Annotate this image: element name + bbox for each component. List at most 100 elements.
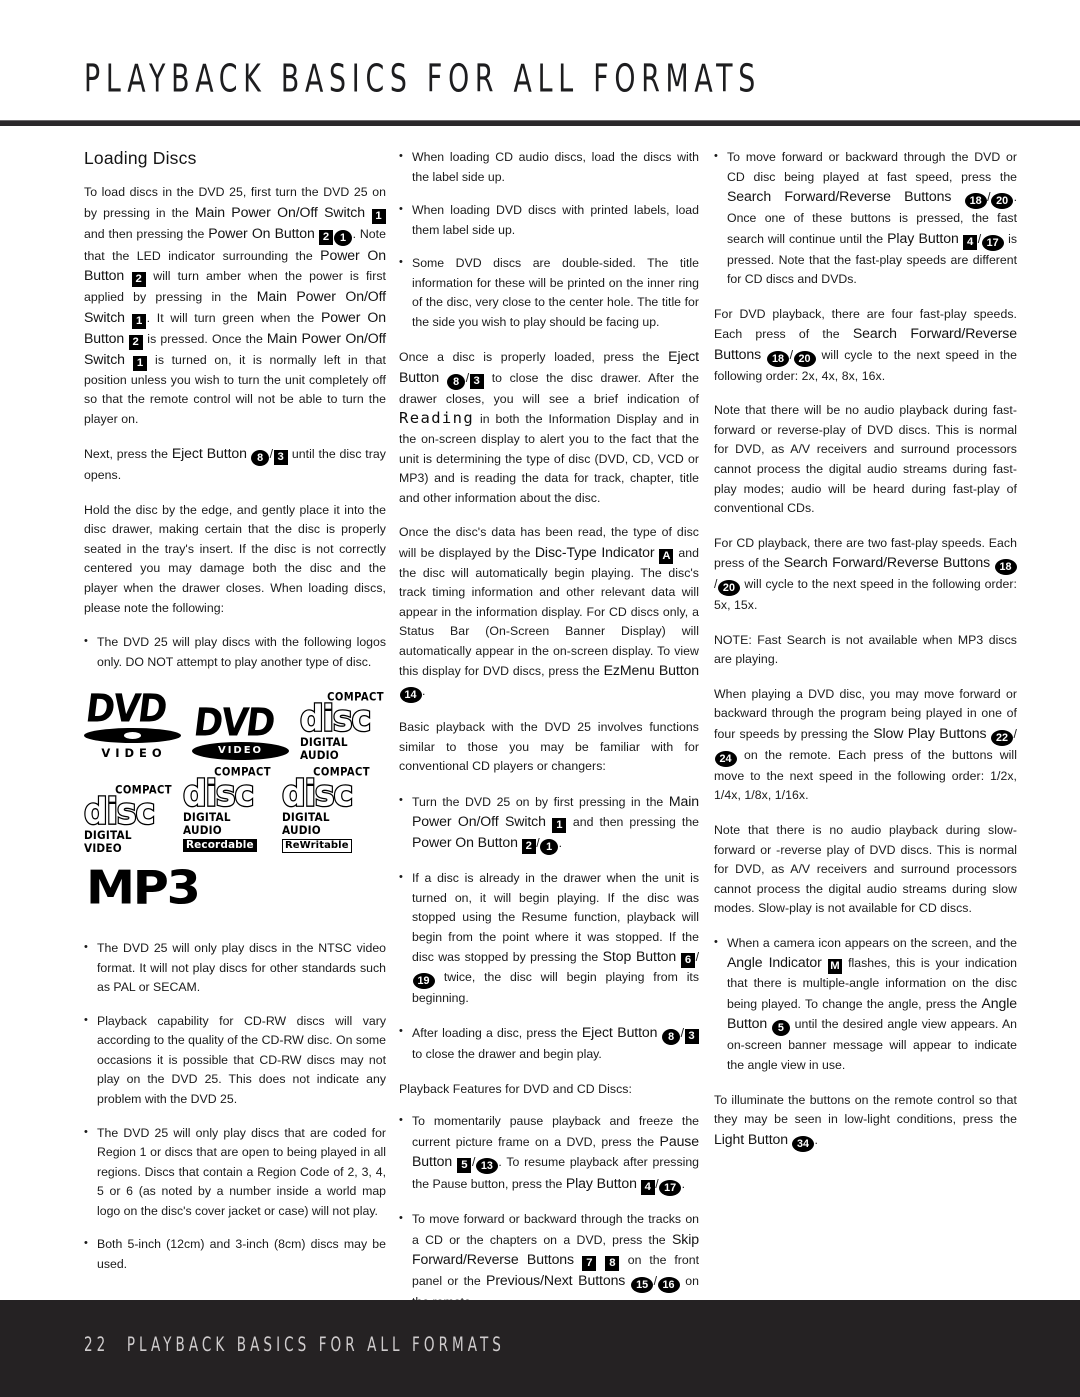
paragraph-note-mp3: NOTE: Fast Search is not available when … bbox=[714, 632, 1017, 667]
badge-separator: / bbox=[465, 370, 470, 385]
list-angle-feature: When a camera icon appears on the screen… bbox=[714, 933, 1017, 1076]
control-name-ezmenu-button: EzMenu Button bbox=[603, 662, 700, 679]
paragraph-reading: Once a disc is properly loaded, press th… bbox=[399, 347, 699, 508]
list-item: When loading CD audio discs, load the di… bbox=[399, 147, 699, 187]
badge-circle-20: 20 bbox=[793, 350, 816, 367]
badge-m: M bbox=[827, 959, 842, 975]
control-name-power-on-button: Power On Button bbox=[412, 834, 518, 851]
text-run: and then pressing the bbox=[84, 226, 209, 241]
text-run: To momentarily pause playback and freeze… bbox=[412, 1114, 699, 1149]
text-run: Next, press the bbox=[84, 447, 172, 462]
supported-disc-logos: DVD VIDEO DVD VIDEO COMPACT disc DIGITAL… bbox=[83, 687, 384, 913]
column-3: To move forward or backward through the … bbox=[714, 147, 1017, 1167]
list-basic-playback: Turn the DVD 25 on by first pressing in … bbox=[399, 791, 699, 1065]
paragraph-no-audio-fast: Note that there will be no audio playbac… bbox=[714, 403, 1017, 516]
list-item: To momentarily pause playback and freeze… bbox=[399, 1111, 699, 1197]
list-item: Some DVD discs are double-sided. The tit… bbox=[399, 253, 699, 332]
paragraph-hold-disc: Hold the disc by the edge, and gently pl… bbox=[84, 502, 386, 615]
disc-caption: DIGITAL AUDIO bbox=[282, 811, 330, 838]
control-name-eject-button: Eject Button bbox=[581, 1023, 658, 1040]
control-name-main-power-switch: Main Power On/Off Switch bbox=[194, 203, 365, 220]
badge-circle-8: 8 bbox=[447, 373, 466, 390]
text-run: on the remote. Each press of the buttons… bbox=[714, 747, 1017, 803]
badge-1: 1 bbox=[371, 208, 386, 224]
list-item: After loading a disc, press the Eject Bu… bbox=[399, 1022, 699, 1065]
recordable-tag: Recordable bbox=[183, 839, 257, 853]
list-item: If a disc is already in the drawer when … bbox=[399, 868, 699, 1009]
compact-disc-rewritable-logo: COMPACT disc DIGITAL AUDIO ReWritable bbox=[281, 767, 370, 854]
list-item: The DVD 25 will only play discs that are… bbox=[84, 1123, 386, 1222]
badge-2: 2 bbox=[521, 839, 536, 855]
control-name-angle-indicator: Angle Indicator bbox=[727, 954, 822, 971]
text-run: and the disc will automatically begin pl… bbox=[399, 545, 700, 679]
logo-row-2: COMPACT disc DIGITAL VIDEO COMPACT disc … bbox=[83, 767, 384, 856]
paragraph-slow-play: When playing a DVD disc, you may move fo… bbox=[714, 685, 1017, 806]
page-footer: 22 PLAYBACK BASICS FOR ALL FORMATS bbox=[0, 1300, 1080, 1397]
text-run: . bbox=[814, 1132, 818, 1147]
logo-row-1: DVD VIDEO DVD VIDEO COMPACT disc DIGITAL… bbox=[83, 687, 384, 763]
badge-separator: / bbox=[653, 1274, 657, 1289]
display-message-reading: Reading bbox=[399, 409, 475, 428]
badge-7: 7 bbox=[582, 1256, 597, 1272]
paragraph-playback-features-heading: Playback Features for DVD and CD Discs: bbox=[399, 1081, 632, 1096]
dvd-video-caption: VIDEO bbox=[101, 746, 167, 761]
column-1: Loading Discs To load discs in the DVD 2… bbox=[83, 148, 386, 1289]
footer-text: 22 PLAYBACK BASICS FOR ALL FORMATS bbox=[84, 1333, 505, 1356]
text-run: To move forward or backward through the … bbox=[727, 150, 1017, 184]
list-item: Playback capability for CD-RW discs will… bbox=[84, 1011, 386, 1110]
text-run: to close the disc drawer. After the draw… bbox=[399, 370, 699, 406]
paragraph-eject: Next, press the Eject Button 8/3 until t… bbox=[84, 444, 386, 486]
disc-caption: DIGITAL VIDEO bbox=[84, 829, 132, 856]
badge-circle-15: 15 bbox=[631, 1277, 654, 1294]
badge-separator: / bbox=[680, 1025, 685, 1040]
control-name-stop-button: Stop Button bbox=[602, 948, 677, 965]
text-run: After loading a disc, press the bbox=[412, 1025, 582, 1040]
rewritable-tag: ReWritable bbox=[282, 839, 352, 854]
badge-circle-18: 18 bbox=[994, 559, 1017, 576]
text-run: . bbox=[681, 1177, 686, 1192]
paragraph-dvd-fast-speeds: For DVD playback, there are four fast-pl… bbox=[714, 305, 1017, 387]
list-item: Turn the DVD 25 on by first pressing in … bbox=[399, 791, 699, 856]
text-run: will cycle to the next speed in the foll… bbox=[714, 577, 1017, 613]
text-run: When a camera icon appears on the screen… bbox=[727, 935, 1017, 950]
list-item: Both 5-inch (12cm) and 3-inch (8cm) disc… bbox=[84, 1234, 386, 1274]
badge-4: 4 bbox=[963, 234, 978, 250]
badge-circle-22: 22 bbox=[991, 729, 1014, 746]
badge-circle-1: 1 bbox=[334, 229, 353, 246]
badge-2: 2 bbox=[319, 229, 334, 245]
list-search-features: To move forward or backward through the … bbox=[714, 147, 1017, 290]
badge-circle-19: 19 bbox=[412, 973, 435, 990]
control-name-eject-button: Eject Button bbox=[171, 445, 247, 462]
badge-circle-34: 34 bbox=[792, 1135, 814, 1152]
control-name-play-button: Play Button bbox=[565, 1175, 637, 1192]
badge-5: 5 bbox=[457, 1158, 472, 1174]
list-item: To move forward or backward through the … bbox=[399, 1209, 699, 1313]
text-run: . bbox=[422, 684, 426, 699]
text-run: is pressed. Once the bbox=[143, 331, 267, 346]
list-item: The DVD 25 will play discs with the foll… bbox=[84, 632, 386, 672]
control-name-search-buttons: Search Forward/Reverse Buttons bbox=[783, 554, 991, 571]
badge-3: 3 bbox=[684, 1028, 699, 1044]
list-disc-notes-b: The DVD 25 will only play discs in the N… bbox=[84, 938, 386, 1274]
text-run: until the desired angle view appears. An… bbox=[727, 1017, 1017, 1072]
dvd-oval-shape bbox=[84, 728, 181, 744]
badge-2: 2 bbox=[131, 272, 146, 288]
paragraph-power-on: To load discs in the DVD 25, first turn … bbox=[84, 183, 386, 429]
badge-1: 1 bbox=[132, 355, 147, 371]
dvd-wordmark: DVD bbox=[191, 701, 276, 746]
text-run: . It will turn green when the bbox=[146, 310, 321, 325]
text-run: To illuminate the buttons on the remote … bbox=[714, 1092, 1017, 1127]
badge-separator: / bbox=[536, 836, 540, 851]
dvd-wordmark: DVD bbox=[83, 687, 168, 732]
disc-wordmark: disc bbox=[281, 772, 355, 815]
badge-separator: / bbox=[269, 447, 274, 462]
badge-separator: / bbox=[789, 347, 794, 362]
control-name-light-button: Light Button bbox=[714, 1130, 789, 1147]
badge-circle-8: 8 bbox=[251, 450, 270, 467]
badge-4: 4 bbox=[640, 1180, 655, 1196]
compact-disc-digital-audio-logo: COMPACT disc DIGITAL AUDIO bbox=[299, 692, 384, 762]
text-run: is turned on, it is normally left in tha… bbox=[84, 352, 386, 426]
control-name-play-button: Play Button bbox=[887, 229, 959, 246]
dvd-video-caption: VIDEO bbox=[217, 745, 264, 757]
control-name-disc-type-indicator: Disc-Type Indicator bbox=[534, 543, 655, 560]
